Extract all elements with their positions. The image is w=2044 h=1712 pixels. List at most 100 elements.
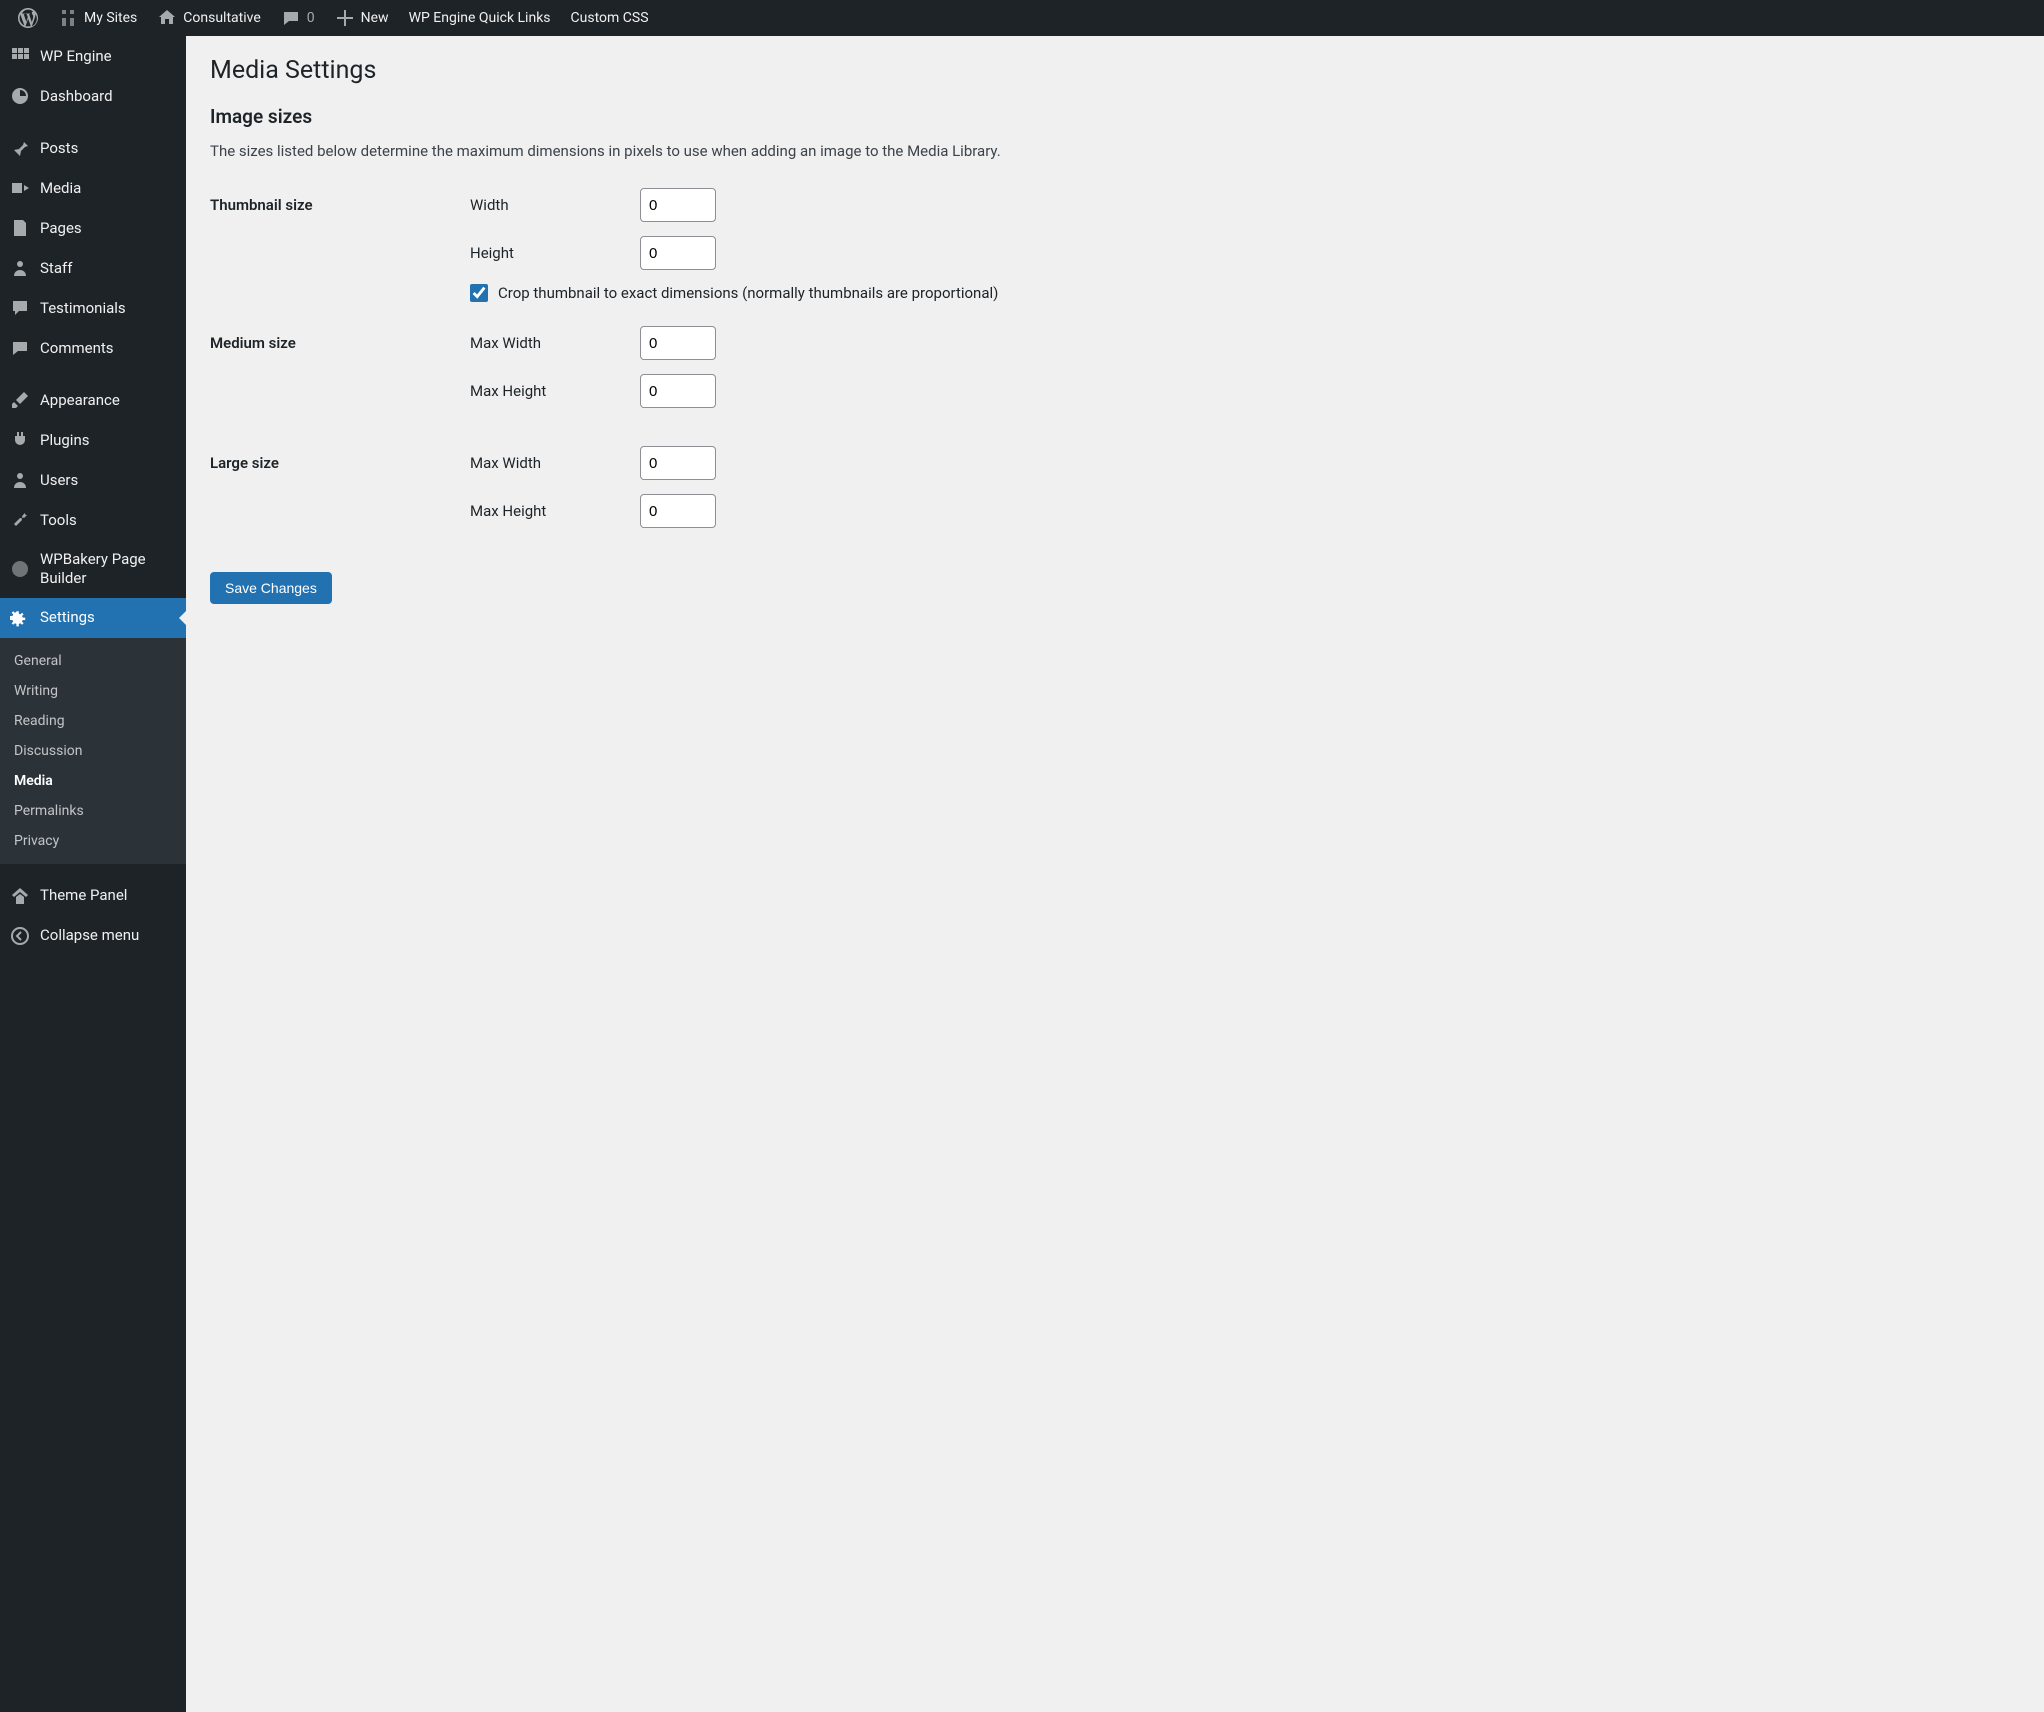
sidebar-item-settings[interactable]: Settings	[0, 598, 186, 638]
network-icon	[58, 8, 78, 28]
sidebar-item-wpengine[interactable]: WP Engine	[0, 36, 186, 76]
medium-maxheight-input[interactable]	[640, 374, 716, 408]
sidebar-item-appearance[interactable]: Appearance	[0, 380, 186, 420]
submenu-item-discussion[interactable]: Discussion	[0, 736, 186, 766]
sidebar-item-comments[interactable]: Comments	[0, 328, 186, 368]
form-table: Thumbnail size Width Height Crop thumbna…	[210, 188, 1210, 542]
wordpress-icon	[18, 8, 38, 28]
my-sites-link[interactable]: My Sites	[48, 0, 147, 36]
sidebar-item-tools[interactable]: Tools	[0, 500, 186, 540]
comment-icon	[281, 8, 301, 28]
admin-sidebar: WP Engine Dashboard Posts Media Pages St…	[0, 36, 186, 1712]
sidebar-item-users[interactable]: Users	[0, 460, 186, 500]
custom-css-link[interactable]: Custom CSS	[561, 0, 659, 36]
sidebar-item-media[interactable]: Media	[0, 168, 186, 208]
sidebar-item-label: WP Engine	[40, 47, 112, 66]
new-content-label: New	[361, 10, 389, 26]
sidebar-item-staff[interactable]: Staff	[0, 248, 186, 288]
sidebar-item-label: Users	[40, 471, 78, 490]
submenu-item-privacy[interactable]: Privacy	[0, 826, 186, 856]
wpbakery-icon	[10, 559, 30, 579]
sidebar-item-label: Comments	[40, 339, 114, 358]
submenu-item-permalinks[interactable]: Permalinks	[0, 796, 186, 826]
row-heading: Large size	[210, 446, 470, 472]
main-content: Media Settings Image sizes The sizes lis…	[186, 36, 2044, 624]
large-maxheight-input[interactable]	[640, 494, 716, 528]
sidebar-item-label: Plugins	[40, 431, 89, 450]
sidebar-item-label: Posts	[40, 139, 78, 158]
thumbnail-width-input[interactable]	[640, 188, 716, 222]
site-name-link[interactable]: Consultative	[147, 0, 270, 36]
menu-separator	[0, 368, 186, 380]
wordpress-logo[interactable]	[8, 0, 48, 36]
section-description: The sizes listed below determine the max…	[210, 142, 2020, 160]
sidebar-item-label: Appearance	[40, 391, 120, 410]
pin-icon	[10, 138, 30, 158]
submenu-item-general[interactable]: General	[0, 646, 186, 676]
row-medium: Medium size Max Width Max Height	[210, 326, 1210, 422]
submit-row: Save Changes	[210, 572, 2020, 604]
sidebar-item-wpbakery[interactable]: WPBakery Page Builder	[0, 540, 186, 598]
testimonial-icon	[10, 298, 30, 318]
media-icon	[10, 178, 30, 198]
large-maxwidth-input[interactable]	[640, 446, 716, 480]
sidebar-item-dashboard[interactable]: Dashboard	[0, 76, 186, 116]
sidebar-item-label: Theme Panel	[40, 886, 127, 905]
maxheight-label: Max Height	[470, 502, 640, 520]
sidebar-item-label: Testimonials	[40, 299, 126, 318]
submenu-item-media[interactable]: Media	[0, 766, 186, 796]
comments-count: 0	[307, 10, 315, 26]
sidebar-item-posts[interactable]: Posts	[0, 128, 186, 168]
sidebar-item-collapse[interactable]: Collapse menu	[0, 916, 186, 956]
user-icon	[10, 470, 30, 490]
collapse-icon	[10, 926, 30, 946]
grid-icon	[10, 46, 30, 66]
wp-engine-label: WP Engine Quick Links	[409, 10, 551, 26]
site-name-label: Consultative	[183, 10, 260, 26]
dashboard-icon	[10, 86, 30, 106]
crop-label: Crop thumbnail to exact dimensions (norm…	[498, 284, 998, 302]
menu-separator	[0, 116, 186, 128]
settings-submenu: General Writing Reading Discussion Media…	[0, 638, 186, 864]
maxwidth-label: Max Width	[470, 334, 640, 352]
home-icon	[157, 8, 177, 28]
sidebar-item-label: Collapse menu	[40, 926, 139, 945]
theme-panel-icon	[10, 886, 30, 906]
admin-bar: My Sites Consultative 0 New WP Engine Qu…	[0, 0, 2044, 36]
sidebar-item-label: WPBakery Page Builder	[40, 550, 176, 588]
sidebar-item-label: Media	[40, 179, 81, 198]
row-thumbnail: Thumbnail size Width Height Crop thumbna…	[210, 188, 1210, 302]
medium-maxwidth-input[interactable]	[640, 326, 716, 360]
comments-link[interactable]: 0	[271, 0, 325, 36]
sidebar-item-pages[interactable]: Pages	[0, 208, 186, 248]
person-icon	[10, 258, 30, 278]
sidebar-item-label: Dashboard	[40, 87, 113, 106]
sidebar-item-label: Settings	[40, 608, 95, 627]
new-content-link[interactable]: New	[325, 0, 399, 36]
sidebar-item-label: Staff	[40, 259, 72, 278]
section-title: Image sizes	[210, 105, 2020, 128]
height-label: Height	[470, 244, 640, 262]
maxheight-label: Max Height	[470, 382, 640, 400]
sidebar-item-plugins[interactable]: Plugins	[0, 420, 186, 460]
page-title: Media Settings	[210, 56, 2020, 85]
thumbnail-height-input[interactable]	[640, 236, 716, 270]
wp-engine-link[interactable]: WP Engine Quick Links	[399, 0, 561, 36]
menu-separator	[0, 864, 186, 876]
sidebar-item-label: Tools	[40, 511, 77, 530]
sidebar-item-themepanel[interactable]: Theme Panel	[0, 876, 186, 916]
my-sites-label: My Sites	[84, 10, 137, 26]
row-large: Large size Max Width Max Height	[210, 446, 1210, 542]
wrench-icon	[10, 510, 30, 530]
submenu-item-writing[interactable]: Writing	[0, 676, 186, 706]
maxwidth-label: Max Width	[470, 454, 640, 472]
settings-icon	[10, 608, 30, 628]
sidebar-item-testimonials[interactable]: Testimonials	[0, 288, 186, 328]
submenu-item-reading[interactable]: Reading	[0, 706, 186, 736]
row-heading: Medium size	[210, 326, 470, 352]
plugin-icon	[10, 430, 30, 450]
comment-icon	[10, 338, 30, 358]
save-button[interactable]: Save Changes	[210, 572, 332, 604]
sidebar-item-label: Pages	[40, 219, 82, 238]
crop-checkbox[interactable]	[470, 284, 488, 302]
